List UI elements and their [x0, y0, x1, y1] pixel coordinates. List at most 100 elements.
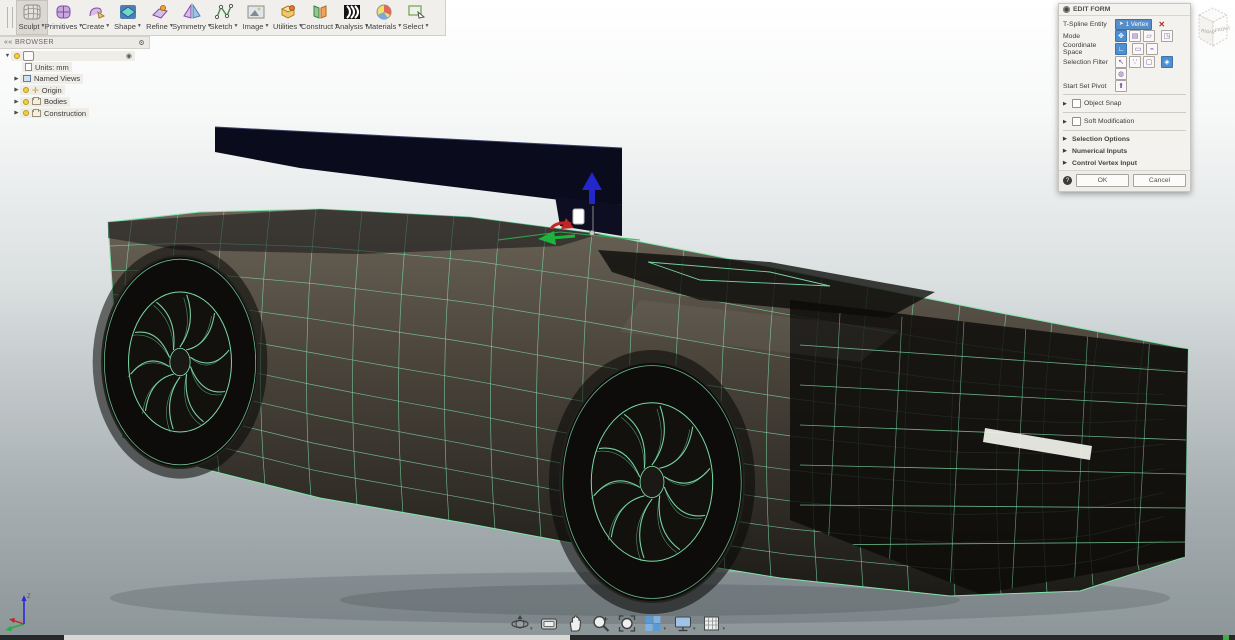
chevron-down-icon: ▼ — [264, 22, 269, 31]
browser-root-node[interactable]: ▼ ◉ — [0, 51, 150, 61]
dialog-titlebar[interactable]: EDIT FORM — [1059, 4, 1190, 16]
look-at-button[interactable] — [539, 614, 558, 633]
toolbar-grip[interactable] — [7, 7, 13, 28]
tree-expand-icon[interactable]: ▼ — [4, 53, 11, 59]
sketch-icon — [214, 2, 234, 22]
filter-vertex-button[interactable]: ∵ — [1129, 56, 1141, 68]
tree-expand-icon[interactable]: ▶ — [13, 76, 20, 82]
coord-local-button[interactable]: ⌁ — [1146, 43, 1158, 55]
coordinate-space-row: Coordinate Space ∟ ▭ ⌁ — [1063, 42, 1186, 56]
ok-button[interactable]: OK — [1076, 174, 1129, 187]
display-settings-button[interactable]: ▾ — [643, 614, 666, 633]
browser-title: BROWSER — [15, 39, 54, 46]
chevron-down-icon: ▼ — [233, 22, 238, 31]
soft-modification-row[interactable]: ▶ Soft Modification — [1063, 115, 1186, 128]
visibility-bulb-icon[interactable] — [23, 99, 29, 105]
filter-all-button[interactable]: ↖ — [1115, 56, 1127, 68]
expand-arrow-icon[interactable]: ▶ — [1063, 101, 1069, 107]
toolbar-item-primitives[interactable]: Primitives▼ — [48, 0, 80, 35]
scale-handle[interactable] — [573, 209, 584, 224]
expand-arrow-icon[interactable]: ▶ — [1063, 148, 1069, 154]
primitives-icon — [54, 2, 74, 22]
shape-icon — [118, 2, 138, 22]
browser-item-units[interactable]: Units: mm — [0, 62, 150, 72]
filter-body-button[interactable]: ◍ — [1115, 68, 1127, 80]
toolbar-item-materials[interactable]: Materials▼ — [368, 0, 400, 35]
pivot-point[interactable] — [589, 230, 594, 235]
browser-header[interactable]: «« BROWSER ⚙ — [0, 36, 150, 49]
visibility-bulb-icon[interactable] — [23, 87, 29, 93]
mode-edit-form-button[interactable]: ✥ — [1115, 30, 1127, 42]
tree-expand-icon[interactable]: ▶ — [13, 110, 20, 116]
cancel-button[interactable]: Cancel — [1133, 174, 1186, 187]
section-control-vertex-input[interactable]: ▶ Control Vertex Input — [1063, 157, 1186, 169]
orbit-button[interactable]: ▾ — [510, 614, 533, 633]
analysis-icon — [342, 2, 362, 22]
toolbar-item-analysis[interactable]: Analysis▼ — [336, 0, 368, 35]
coord-view-button[interactable]: ▭ — [1132, 43, 1144, 55]
toolbar-item-shape[interactable]: Shape▼ — [112, 0, 144, 35]
chevron-down-icon: ▾ — [530, 625, 533, 633]
grid-and-snaps-button[interactable]: ▾ — [703, 614, 726, 633]
collapse-icon[interactable]: «« — [4, 39, 13, 46]
taskbar-edge — [0, 635, 1235, 640]
coord-world-button[interactable]: ∟ — [1115, 43, 1127, 55]
expand-arrow-icon[interactable]: ▶ — [1063, 136, 1069, 142]
toolbar-item-sketch[interactable]: Sketch▼ — [208, 0, 240, 35]
toolbar-item-sculpt[interactable]: Sculpt▼ — [16, 0, 48, 35]
section-selection-options[interactable]: ▶ Selection Options — [1063, 133, 1186, 145]
chevron-down-icon: ▼ — [105, 22, 110, 31]
tree-expand-icon[interactable]: ▶ — [13, 99, 20, 105]
toolbar-item-image[interactable]: Image▼ — [240, 0, 272, 35]
visibility-bulb-icon[interactable] — [23, 110, 29, 116]
tspline-entity-row: T-Spline Entity ➤ 1 Vertex ✕ — [1063, 18, 1186, 30]
model-viewport[interactable] — [0, 0, 1235, 636]
set-pivot-button[interactable]: ⬆ — [1115, 80, 1127, 92]
mode-uniform-button[interactable]: ▱ — [1143, 30, 1155, 42]
mode-row: Mode ✥ ▤ ▱ ◳ — [1063, 30, 1186, 42]
sculpt-icon — [22, 2, 42, 22]
navigation-bar: ▾ ▾ ▾ ▾ — [510, 614, 725, 633]
viewports-button[interactable]: ▾ — [673, 614, 696, 633]
browser-item-bodies[interactable]: ▶ Bodies — [0, 97, 150, 107]
toolbar-item-select[interactable]: Select▼ — [400, 0, 432, 35]
object-snap-row[interactable]: ▶ Object Snap — [1063, 97, 1186, 110]
folder-icon — [32, 110, 41, 117]
help-icon[interactable]: ? — [1063, 176, 1072, 185]
expand-arrow-icon[interactable]: ▶ — [1063, 119, 1069, 125]
expand-arrow-icon[interactable]: ▶ — [1063, 160, 1069, 166]
gear-icon[interactable]: ⚙ — [138, 39, 145, 47]
view-cube[interactable]: RIGHT FRONT — [1193, 4, 1233, 50]
toolbar-item-utilities[interactable]: Utilities▼ — [272, 0, 304, 35]
filter-edge-button[interactable]: ▢ — [1143, 56, 1155, 68]
browser-item-construction[interactable]: ▶ Construction — [0, 108, 150, 118]
car-model — [93, 127, 1188, 624]
toolbar-item-symmetry[interactable]: Symmetry▼ — [176, 0, 208, 35]
clear-selection-button[interactable]: ✕ — [1158, 20, 1165, 29]
toolbar-item-create[interactable]: Create▼ — [80, 0, 112, 35]
sculpt-toolbar: Sculpt▼ Primitives▼ Create▼ Shape▼ Refin… — [0, 0, 446, 36]
tree-expand-icon[interactable]: ▶ — [13, 87, 20, 93]
selection-filter-row-2: ◍ — [1063, 68, 1186, 80]
soft-modification-checkbox[interactable] — [1072, 117, 1081, 126]
cursor-icon: ➤ — [1119, 21, 1124, 27]
mode-display-button[interactable]: ◳ — [1161, 30, 1173, 42]
fit-view-button[interactable] — [617, 614, 636, 633]
pan-button[interactable] — [565, 614, 584, 633]
browser-panel: «« BROWSER ⚙ ▼ ◉ Units: mm ▶ Named Views… — [0, 36, 150, 118]
browser-item-origin[interactable]: ▶ ✛ Origin — [0, 85, 150, 95]
visibility-bulb-icon[interactable] — [14, 53, 20, 59]
taskbar-light-segment — [64, 635, 570, 640]
zoom-button[interactable] — [591, 614, 610, 633]
chevron-down-icon: ▼ — [137, 22, 142, 31]
toolbar-item-construct[interactable]: Construct▼ — [304, 0, 336, 35]
edit-form-dialog: EDIT FORM T-Spline Entity ➤ 1 Vertex ✕ M… — [1058, 3, 1191, 192]
chevron-down-icon: ▼ — [424, 22, 429, 31]
browser-item-named-views[interactable]: ▶ Named Views — [0, 74, 150, 84]
tspline-selection-chip[interactable]: ➤ 1 Vertex — [1115, 19, 1152, 30]
section-numerical-inputs[interactable]: ▶ Numerical Inputs — [1063, 145, 1186, 157]
object-snap-checkbox[interactable] — [1072, 99, 1081, 108]
filter-face-button[interactable]: ◈ — [1161, 56, 1173, 68]
mode-multi-button[interactable]: ▤ — [1129, 30, 1141, 42]
activate-radio-icon[interactable]: ◉ — [126, 52, 132, 60]
